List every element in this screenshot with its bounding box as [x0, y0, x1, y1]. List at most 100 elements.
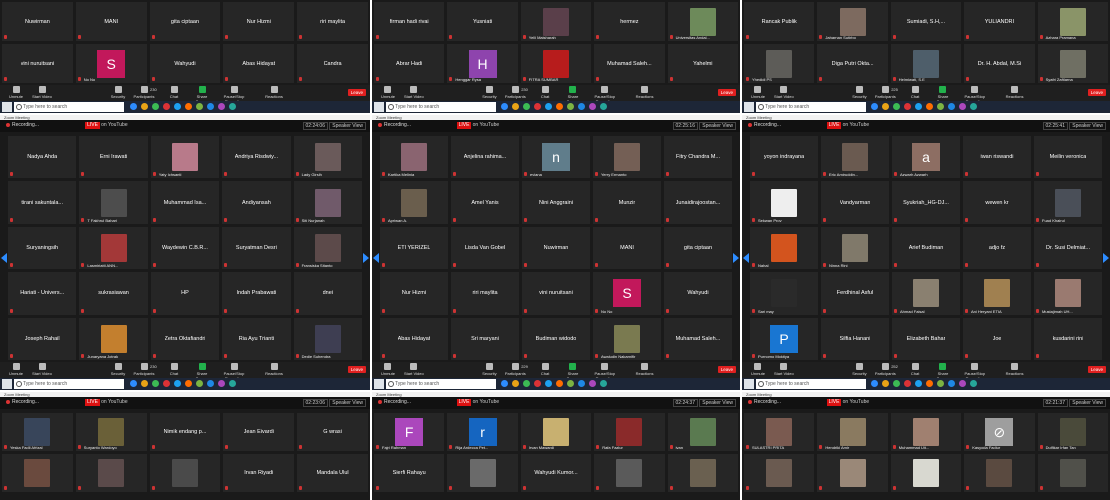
taskbar-app-icon[interactable] [152, 380, 159, 387]
participant-tile[interactable]: Fuad Khairul [1034, 181, 1102, 224]
participant-tile[interactable]: T Fakhrul Bahari [79, 181, 148, 224]
participant-tile[interactable]: Nini Anggraini [522, 181, 590, 224]
participant-tile[interactable]: P Purnomo Moktiya [750, 317, 818, 360]
toolbar-unmute-button[interactable]: Unmute [746, 363, 770, 376]
participant-tile[interactable]: Jaharnan Sutirbo [817, 2, 888, 41]
participant-tile[interactable]: Meilin veronica [1034, 136, 1102, 179]
toolbar-security-button[interactable]: Security [477, 86, 501, 99]
taskbar-app-icon[interactable] [141, 380, 148, 387]
participant-tile[interactable]: Nur Hizmi [380, 272, 448, 315]
participant-tile[interactable]: Dr. H. Abdal, M.Si [964, 44, 1035, 83]
participant-tile[interactable] [817, 454, 888, 492]
participant-tile[interactable]: Rancak Publik [744, 2, 815, 41]
live-badge[interactable]: LIVE [826, 399, 842, 406]
participant-tile[interactable]: Diga Putri Okta... [817, 44, 888, 83]
start-button[interactable] [744, 379, 754, 389]
taskbar-app-icon[interactable] [174, 380, 181, 387]
taskbar-app-icon[interactable] [534, 103, 542, 110]
taskbar-app-icon[interactable] [958, 380, 966, 387]
taskbar-app-icon[interactable] [566, 103, 574, 110]
participant-tile[interactable]: Dr. Susi Delmiat... [1034, 226, 1102, 270]
participant-tile[interactable]: Waydewin C.B.R... [150, 226, 220, 270]
participant-tile[interactable]: H Henggar Rysa [447, 44, 518, 83]
participant-tile[interactable]: dnei [293, 272, 362, 315]
taskbar-app-icon[interactable] [882, 103, 890, 110]
participant-tile[interactable]: riri maylita [451, 272, 519, 315]
taskbar-app-icon[interactable] [599, 380, 607, 387]
live-badge[interactable]: LIVE [456, 399, 472, 406]
taskbar-app-icon[interactable] [196, 380, 203, 387]
participant-tile[interactable]: Suryanto Wardoyo [75, 413, 147, 451]
participant-tile[interactable] [75, 454, 147, 492]
toolbar-security-button[interactable]: Security [477, 363, 501, 376]
participant-tile[interactable]: Yeska Fadli Afrizal [2, 413, 73, 451]
participant-tile[interactable]: Yelli Maisharah [520, 2, 592, 41]
taskbar-app-icon[interactable] [229, 380, 236, 387]
participant-tile[interactable]: Ninna Rini [821, 226, 889, 270]
participant-tile[interactable]: Apriwan A. [380, 181, 448, 224]
participant-tile[interactable]: Muhamad Saleh... [594, 44, 665, 83]
participant-tile[interactable]: riri maylita [297, 2, 368, 41]
taskbar-app-icon[interactable] [545, 103, 553, 110]
leave-button[interactable]: Leave [717, 366, 736, 373]
participant-tile[interactable]: Azhara Pramana [1037, 2, 1108, 41]
participant-tile[interactable]: r Rija Ardecca Pet... [447, 413, 518, 451]
participant-tile[interactable]: Kartika Melinia [380, 136, 448, 179]
speaker-view-button[interactable]: Speaker View [329, 122, 366, 130]
participant-tile[interactable]: Erni Irawati [79, 136, 148, 179]
toolbar-unmute-button[interactable]: Unmute [746, 86, 770, 99]
participant-tile[interactable]: Fitry Chandra M... [664, 136, 732, 179]
participant-tile[interactable]: FITRA SUMBAR [520, 44, 592, 83]
participant-tile[interactable]: Mandala Ulul [297, 454, 368, 492]
taskbar-app-icon[interactable] [556, 103, 563, 110]
taskbar-app-icon[interactable] [904, 103, 912, 110]
participant-tile[interactable]: Elizabeth Bahar [892, 317, 960, 360]
taskbar-app-icon[interactable] [958, 103, 966, 110]
taskbar-app-icon[interactable] [534, 380, 542, 387]
participant-tile[interactable]: Junaidirajoostan... [664, 181, 732, 224]
toolbar-unmute-button[interactable]: Unmute [4, 363, 28, 376]
taskbar-app-icon[interactable] [926, 380, 933, 387]
taskbar-app-icon[interactable] [152, 103, 159, 110]
toolbar-unmute-button[interactable]: Unmute [4, 86, 28, 99]
taskbar-app-icon[interactable] [588, 103, 596, 110]
participant-tile[interactable]: Munzir [593, 181, 661, 224]
toolbar-chat-button[interactable]: Chat [162, 363, 186, 376]
participant-tile[interactable] [667, 454, 738, 492]
toolbar-start-video-button[interactable]: Start Video [772, 363, 796, 376]
taskbar-app-icon[interactable] [556, 380, 563, 387]
taskbar-app-icon[interactable] [229, 103, 236, 110]
toolbar-start-video-button[interactable]: Start Video [402, 86, 426, 99]
taskbar-app-icon[interactable] [936, 380, 944, 387]
participant-tile[interactable]: Abas Hidayat [223, 44, 295, 83]
taskbar-app-icon[interactable] [218, 103, 225, 110]
recording-indicator[interactable]: Recording... [378, 399, 411, 405]
participant-tile[interactable]: SULASTRI PRITA [744, 413, 815, 451]
next-page-arrow-icon[interactable] [733, 252, 739, 263]
leave-button[interactable]: Leave [1087, 89, 1106, 96]
taskbar-app-icon[interactable] [871, 103, 879, 110]
taskbar-app-icon[interactable] [512, 103, 520, 110]
taskbar-app-icon[interactable] [185, 380, 192, 387]
toolbar-start-video-button[interactable]: Start Video [402, 363, 426, 376]
toolbar-start-video-button[interactable]: Start Video [30, 363, 54, 376]
participant-tile[interactable]: vini nuruitsani [522, 272, 590, 315]
participant-tile[interactable]: Nuwirman [522, 226, 590, 270]
participant-tile[interactable]: Nur Hizmi [223, 2, 295, 41]
taskbar-search-input[interactable]: Type here to search [756, 379, 866, 389]
participant-tile[interactable]: Yaty Ichsanti [150, 136, 220, 179]
participant-tile[interactable]: Junaryana Jotrak [79, 317, 148, 360]
participant-tile[interactable]: Abas Hidayat [380, 317, 448, 360]
taskbar-app-icon[interactable] [523, 380, 531, 387]
participant-tile[interactable]: Sierfi Rahayu [374, 454, 445, 492]
participant-tile[interactable]: Syukriah_HG-DJ... [892, 181, 960, 224]
leave-button[interactable]: Leave [347, 366, 366, 373]
participant-tile[interactable] [594, 454, 665, 492]
participant-tile[interactable]: Wahyudi Kumor... [520, 454, 592, 492]
participant-tile[interactable]: Nuwirman [2, 2, 73, 41]
taskbar-app-icon[interactable] [926, 103, 933, 110]
taskbar-app-icon[interactable] [163, 103, 170, 110]
toolbar-start-video-button[interactable]: Start Video [30, 86, 54, 99]
participant-tile[interactable]: hermez [594, 2, 665, 41]
participant-tile[interactable]: Universitas Andal... [667, 2, 738, 41]
